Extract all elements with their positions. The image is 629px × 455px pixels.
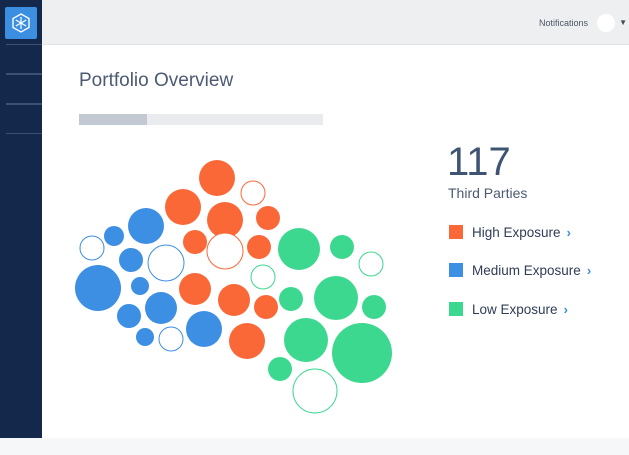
high-exposure-bubble[interactable] [247, 235, 271, 259]
low-exposure-bubble[interactable] [332, 323, 392, 383]
medium-exposure-bubble[interactable] [119, 248, 143, 272]
low-exposure-bubble[interactable] [292, 368, 338, 414]
low-exposure-bubble[interactable] [268, 357, 292, 381]
low-exposure-bubble[interactable] [314, 276, 358, 320]
chevron-right-icon: › [586, 262, 592, 278]
medium-exposure-bubble[interactable] [75, 265, 121, 311]
low-exposure-bubble[interactable] [250, 264, 276, 290]
snowflake-icon [12, 13, 30, 33]
chevron-right-icon: › [566, 224, 571, 240]
exposure-bubble-cluster [75, 160, 392, 414]
legend-label: High Exposure [472, 224, 561, 240]
legend-label: Low Exposure [472, 301, 558, 317]
low-exposure-bubble[interactable] [358, 251, 384, 277]
high-exposure-bubble[interactable] [199, 160, 235, 196]
medium-exposure-bubble[interactable] [128, 208, 164, 244]
third-party-count-label: Third Parties [448, 185, 528, 201]
low-exposure-swatch [449, 302, 463, 316]
sidebar-item-2[interactable] [6, 74, 42, 104]
notifications-link[interactable]: Notifications [539, 18, 588, 28]
high-exposure-bubble[interactable] [183, 230, 207, 254]
medium-exposure-bubble[interactable] [158, 326, 184, 352]
low-exposure-bubble[interactable] [362, 295, 386, 319]
sidebar-item-1[interactable] [6, 44, 42, 74]
main-content: Portfolio Overview 117 Third Parties Hig… [42, 45, 629, 438]
high-exposure-bubble[interactable] [179, 273, 211, 305]
user-avatar[interactable] [597, 14, 615, 32]
legend-low-exposure[interactable]: Low Exposure › [449, 300, 568, 318]
legend-label: Medium Exposure [472, 262, 581, 278]
top-bar: Notifications ▼ [42, 0, 629, 45]
low-exposure-bubble[interactable] [279, 287, 303, 311]
medium-exposure-bubble[interactable] [145, 292, 177, 324]
high-exposure-bubble[interactable] [229, 323, 265, 359]
high-exposure-bubble[interactable] [165, 189, 201, 225]
low-exposure-bubble[interactable] [330, 235, 354, 259]
high-exposure-bubble[interactable] [218, 284, 250, 316]
third-party-count: 117 [447, 140, 511, 184]
progress-bar [79, 114, 323, 125]
medium-exposure-swatch [449, 263, 463, 277]
medium-exposure-bubble[interactable] [136, 328, 154, 346]
legend-medium-exposure[interactable]: Medium Exposure › [449, 261, 591, 279]
medium-exposure-bubble[interactable] [147, 244, 185, 282]
medium-exposure-bubble[interactable] [131, 277, 149, 295]
medium-exposure-bubble[interactable] [79, 235, 105, 261]
low-exposure-bubble[interactable] [278, 228, 320, 270]
app-logo[interactable] [5, 7, 37, 39]
chevron-right-icon: › [563, 301, 568, 317]
medium-exposure-bubble[interactable] [186, 311, 222, 347]
high-exposure-bubble[interactable] [240, 180, 266, 206]
high-exposure-bubble[interactable] [254, 295, 278, 319]
sidebar [0, 0, 42, 438]
medium-exposure-bubble[interactable] [104, 226, 124, 246]
sidebar-item-3[interactable] [6, 104, 42, 134]
high-exposure-bubble[interactable] [256, 206, 280, 230]
page-title: Portfolio Overview [79, 70, 234, 91]
low-exposure-bubble[interactable] [284, 318, 328, 362]
chevron-down-icon[interactable]: ▼ [619, 18, 627, 27]
high-exposure-swatch [449, 225, 463, 239]
progress-fill [79, 114, 148, 125]
high-exposure-bubble[interactable] [206, 232, 244, 270]
legend-high-exposure[interactable]: High Exposure › [449, 223, 571, 241]
medium-exposure-bubble[interactable] [117, 304, 141, 328]
